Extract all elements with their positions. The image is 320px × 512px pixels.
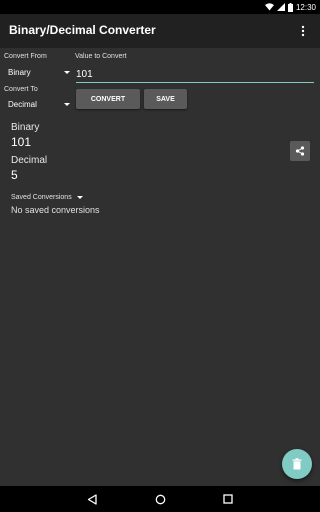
back-icon <box>87 493 97 505</box>
convert-from-label: Convert From <box>4 53 47 60</box>
convert-to-value: Decimal <box>8 100 37 109</box>
home-icon <box>155 494 165 504</box>
nav-home-button[interactable] <box>152 491 168 507</box>
chevron-down-icon <box>64 71 70 74</box>
status-bar: 12:30 <box>0 0 320 14</box>
battery-icon <box>287 2 293 12</box>
recents-icon <box>223 494 233 504</box>
chevron-down-icon <box>64 103 70 106</box>
app-bar: Binary/Decimal Converter <box>0 14 320 48</box>
input-value: 101 <box>11 135 32 149</box>
convert-from-value: Binary <box>8 68 31 77</box>
value-input[interactable] <box>76 66 314 83</box>
convert-to-spinner[interactable]: Decimal <box>4 98 70 112</box>
input-type-label: Binary <box>11 122 40 133</box>
system-nav-bar <box>0 486 320 512</box>
share-icon <box>295 146 305 156</box>
wifi-icon <box>264 3 274 11</box>
status-icons: 12:30 <box>264 1 316 13</box>
save-button[interactable]: SAVE <box>144 89 187 109</box>
status-time: 12:30 <box>295 2 316 12</box>
convert-button[interactable]: CONVERT <box>76 89 140 109</box>
value-label: Value to Convert <box>75 53 127 60</box>
nav-recents-button[interactable] <box>220 491 236 507</box>
convert-to-label: Convert To <box>4 86 38 93</box>
app-title: Binary/Decimal Converter <box>9 23 156 37</box>
delete-fab[interactable] <box>282 449 312 479</box>
saved-conversions-label: Saved Conversions <box>11 193 72 201</box>
chevron-down-icon <box>76 196 83 199</box>
saved-conversions-toggle[interactable]: Saved Conversions <box>11 192 83 202</box>
app-screen: 12:30 Binary/Decimal Converter Convert F… <box>0 0 320 512</box>
delete-icon <box>292 458 302 470</box>
more-vert-icon[interactable] <box>300 25 306 37</box>
nav-back-button[interactable] <box>84 491 100 507</box>
signal-icon <box>276 3 285 11</box>
share-button[interactable] <box>290 141 310 161</box>
empty-state-text: No saved conversions <box>11 205 100 215</box>
output-type-label: Decimal <box>11 155 48 166</box>
output-value: 5 <box>11 168 18 182</box>
convert-from-spinner[interactable]: Binary <box>4 66 70 80</box>
